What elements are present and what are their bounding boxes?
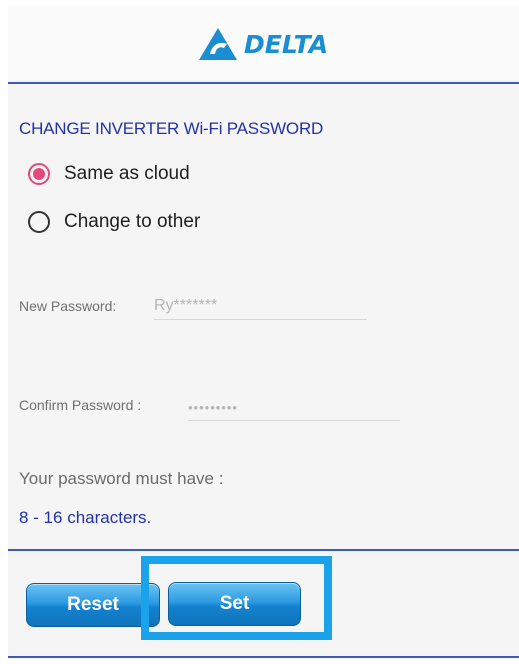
new-password-label: New Password: bbox=[19, 298, 117, 314]
option-change-to-other[interactable]: Change to other bbox=[28, 211, 200, 233]
delta-logo-text: DELTA bbox=[244, 29, 329, 59]
option-label: Change to other bbox=[64, 211, 201, 232]
delta-triangle-icon bbox=[199, 28, 237, 60]
reset-button[interactable]: Reset bbox=[26, 583, 160, 627]
set-button[interactable]: Set bbox=[168, 582, 301, 626]
radio-selected-icon[interactable] bbox=[28, 163, 50, 185]
section-title: CHANGE INVERTER Wi-Fi PASSWORD bbox=[19, 119, 324, 138]
option-same-as-cloud[interactable]: Same as cloud bbox=[28, 163, 190, 185]
delta-logo: DELTA bbox=[198, 24, 358, 64]
option-label: Same as cloud bbox=[64, 163, 190, 184]
page-background bbox=[8, 6, 519, 658]
requirement-label: Your password must have : bbox=[19, 469, 224, 488]
footer-divider-top bbox=[8, 549, 519, 551]
confirm-password-input[interactable] bbox=[188, 394, 400, 421]
requirement-value: 8 - 16 characters. bbox=[19, 508, 152, 527]
new-password-input[interactable] bbox=[154, 293, 367, 320]
header-divider bbox=[8, 82, 519, 84]
radio-unselected-icon[interactable] bbox=[28, 211, 50, 233]
confirm-password-label: Confirm Password : bbox=[19, 397, 142, 413]
footer-divider-bottom bbox=[8, 656, 519, 658]
